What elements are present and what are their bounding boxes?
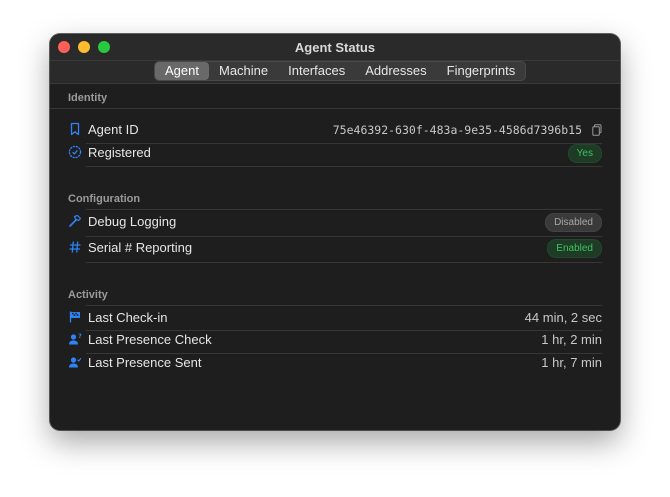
tab-addresses[interactable]: Addresses (355, 62, 436, 80)
last-checkin-value: 44 min, 2 sec (524, 310, 602, 325)
svg-text:?: ? (78, 333, 82, 340)
serial-reporting-status-badge: Enabled (547, 239, 602, 258)
row-last-presence-sent: Last Presence Sent 1 hr, 7 min (68, 353, 602, 375)
debug-logging-status-badge: Disabled (545, 213, 602, 232)
last-presence-check-value: 1 hr, 2 min (541, 332, 602, 347)
row-serial-reporting: Serial # Reporting Enabled (68, 238, 602, 260)
row-last-checkin: Last Check-in 44 min, 2 sec (68, 308, 602, 330)
tab-agent[interactable]: Agent (155, 62, 209, 80)
number-sign-icon (69, 241, 81, 253)
divider (86, 262, 602, 263)
last-presence-check-label: Last Presence Check (88, 332, 212, 347)
agent-id-label: Agent ID (88, 122, 139, 137)
registered-label: Registered (88, 145, 151, 160)
bookmark-icon (70, 122, 80, 136)
divider (86, 236, 602, 237)
hammer-icon (69, 214, 82, 227)
divider (86, 166, 602, 167)
person-check-icon (69, 357, 82, 368)
checkmark-seal-icon (68, 145, 82, 159)
tab-interfaces[interactable]: Interfaces (278, 62, 355, 80)
row-registered: Registered Yes (68, 143, 602, 165)
row-agent-id: Agent ID 75e46392-630f-483a-9e35-4586d73… (68, 120, 602, 142)
last-checkin-label: Last Check-in (88, 310, 168, 325)
row-last-presence-check: ? Last Presence Check 1 hr, 2 min (68, 330, 602, 352)
section-header-configuration: Configuration (68, 193, 141, 205)
last-presence-sent-label: Last Presence Sent (88, 355, 202, 370)
person-question-icon: ? (69, 333, 82, 345)
registered-status-badge: Yes (567, 144, 602, 163)
tab-fingerprints[interactable]: Fingerprints (437, 62, 526, 80)
section-header-identity: Identity (68, 92, 108, 104)
serial-reporting-label: Serial # Reporting (88, 240, 193, 255)
tab-machine[interactable]: Machine (209, 62, 278, 80)
divider (50, 108, 620, 109)
divider (86, 209, 602, 210)
window-title: Agent Status (294, 40, 376, 55)
row-debug-logging: Debug Logging Disabled (68, 212, 602, 234)
agent-status-window: Agent Status Agent Machine Interfaces Ad… (50, 34, 620, 430)
agent-id-value: 75e46392-630f-483a-9e35-4586d7396b15 (332, 123, 582, 137)
flag-icon (69, 311, 80, 323)
debug-logging-label: Debug Logging (88, 214, 177, 229)
section-header-activity: Activity (68, 289, 108, 301)
tab-segmented-control: Agent Machine Interfaces Addresses Finge… (154, 61, 527, 81)
titlebar: Agent Status (50, 34, 620, 61)
last-presence-sent-value: 1 hr, 7 min (541, 355, 602, 370)
copy-icon[interactable] (592, 124, 602, 136)
divider (86, 305, 602, 306)
